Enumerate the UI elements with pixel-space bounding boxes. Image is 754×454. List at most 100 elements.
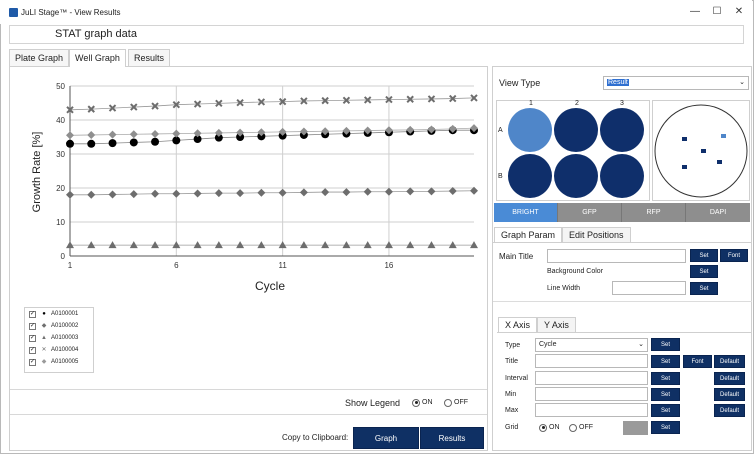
axis-interval-default-button[interactable]: Default: [714, 372, 745, 385]
legend-checkbox[interactable]: ✓: [29, 347, 36, 354]
well-a1[interactable]: [508, 108, 552, 152]
axis-min-set-button[interactable]: Set: [651, 388, 680, 401]
data-point: [406, 241, 415, 249]
show-legend-on-radio[interactable]: ON: [412, 398, 433, 407]
tab-graph-param[interactable]: Graph Param: [494, 227, 563, 242]
series-A0100002: [66, 186, 478, 199]
tab-x-axis[interactable]: X Axis: [498, 317, 538, 332]
legend-series-name: A0100004: [51, 347, 79, 353]
position-marker[interactable]: [682, 137, 687, 141]
legend-series-name: A0100001: [51, 311, 79, 317]
position-marker[interactable]: [721, 134, 726, 138]
axis-type-select[interactable]: Cycle ⌄: [535, 338, 648, 352]
axis-interval-input[interactable]: [535, 371, 648, 385]
tab-y-axis[interactable]: Y Axis: [537, 317, 576, 332]
data-point: [87, 190, 96, 199]
position-marker[interactable]: [717, 160, 722, 164]
line-width-set-button[interactable]: Set: [690, 282, 718, 295]
main-title-font-button[interactable]: Font: [720, 249, 748, 262]
well-b3[interactable]: [600, 154, 644, 198]
chart-series: [66, 94, 478, 249]
position-marker[interactable]: [701, 149, 706, 153]
window-title: JuLI Stage™ - View Results: [21, 8, 121, 17]
main-title-input[interactable]: [547, 249, 686, 263]
well-a3[interactable]: [600, 108, 644, 152]
main-title-set-button[interactable]: Set: [690, 249, 718, 262]
axis-interval-set-button[interactable]: Set: [651, 372, 680, 385]
close-button[interactable]: ✕: [731, 5, 747, 19]
view-type-select[interactable]: Result ⌄: [603, 76, 749, 90]
well-b2[interactable]: [554, 154, 598, 198]
axis-title-set-button[interactable]: Set: [651, 355, 680, 368]
background-color-set-button[interactable]: Set: [690, 265, 718, 278]
tab-edit-positions[interactable]: Edit Positions: [562, 227, 631, 242]
tab-plate-graph[interactable]: Plate Graph: [9, 49, 70, 66]
plate-row-label: A: [498, 127, 503, 134]
legend-checkbox[interactable]: ✓: [29, 323, 36, 330]
y-axis-label: Growth Rate [%]: [31, 132, 43, 213]
data-point: [172, 241, 181, 249]
channel-dapi-button[interactable]: DAPI: [686, 203, 750, 222]
show-legend-label: Show Legend: [345, 398, 401, 408]
axis-max-input[interactable]: [535, 403, 648, 417]
axis-grid-set-button[interactable]: Set: [651, 421, 680, 434]
data-point: [87, 241, 96, 249]
data-point: [470, 241, 478, 249]
x-tick-label: 6: [174, 261, 179, 270]
well-a2[interactable]: [554, 108, 598, 152]
axis-min-input[interactable]: [535, 387, 648, 401]
plate-col-label: 2: [575, 100, 579, 107]
axis-title-label: Title: [505, 358, 518, 365]
axis-type-set-button[interactable]: Set: [651, 338, 680, 351]
minimize-button[interactable]: —: [687, 5, 703, 19]
grid-on-radio[interactable]: ON: [539, 423, 560, 432]
axis-max-default-button[interactable]: Default: [714, 404, 745, 417]
axis-title-default-button[interactable]: Default: [714, 355, 745, 368]
grid-color-swatch[interactable]: [623, 421, 648, 435]
copy-graph-button[interactable]: Graph: [353, 427, 419, 449]
legend-item[interactable]: ✓ ● A0100001: [29, 309, 78, 320]
channel-bright-button[interactable]: BRIGHT: [494, 203, 558, 222]
view-type-label: View Type: [499, 78, 541, 88]
legend-checkbox[interactable]: ✓: [29, 335, 36, 342]
well-b1[interactable]: [508, 154, 552, 198]
legend-checkbox[interactable]: ✓: [29, 311, 36, 318]
show-legend-off-radio[interactable]: OFF: [444, 398, 468, 407]
axis-min-default-button[interactable]: Default: [714, 388, 745, 401]
tab-well-graph[interactable]: Well Graph: [69, 49, 126, 67]
data-point: [321, 241, 330, 249]
x-axis-label: Cycle: [255, 279, 285, 293]
chart-ticks: 010203040501 6 11 16: [56, 82, 394, 270]
data-point: [108, 190, 117, 199]
chart-legend: ✓ ● A0100001 ✓ ◆ A0100002 ✓ ▲ A0100003 ✓ ✕ A0100…: [24, 307, 94, 373]
data-point: [214, 189, 223, 198]
data-point: [172, 129, 181, 138]
data-point: [427, 187, 436, 196]
position-marker[interactable]: [682, 165, 687, 169]
channel-gfp-button[interactable]: GFP: [558, 203, 622, 222]
maximize-button[interactable]: ☐: [709, 5, 725, 19]
legend-item[interactable]: ✓ ◆ A0100005: [29, 357, 78, 368]
plate-col-label: 1: [529, 100, 533, 107]
grid-off-radio[interactable]: OFF: [569, 423, 593, 432]
legend-series-name: A0100003: [51, 335, 79, 341]
axis-title-input[interactable]: [535, 354, 648, 368]
legend-item[interactable]: ✓ ✕ A0100004: [29, 345, 78, 356]
chevron-down-icon: ⌄: [638, 341, 644, 348]
copy-results-button[interactable]: Results: [420, 427, 484, 449]
tab-results[interactable]: Results: [128, 49, 171, 66]
channel-rfp-button[interactable]: RFP: [622, 203, 686, 222]
axis-max-set-button[interactable]: Set: [651, 404, 680, 417]
radio-on-icon: [539, 423, 547, 432]
diamond-marker-icon: ◆: [41, 323, 47, 329]
view-type-value: Result: [607, 79, 629, 86]
data-point: [66, 131, 74, 140]
data-point: [321, 188, 330, 197]
line-width-input[interactable]: [612, 281, 686, 295]
data-point: [193, 189, 202, 198]
legend-item[interactable]: ✓ ◆ A0100002: [29, 321, 78, 332]
axis-title-font-button[interactable]: Font: [683, 355, 712, 368]
legend-item[interactable]: ✓ ▲ A0100003: [29, 333, 78, 344]
x-marker-icon: ✕: [41, 347, 47, 353]
legend-checkbox[interactable]: ✓: [29, 359, 36, 366]
